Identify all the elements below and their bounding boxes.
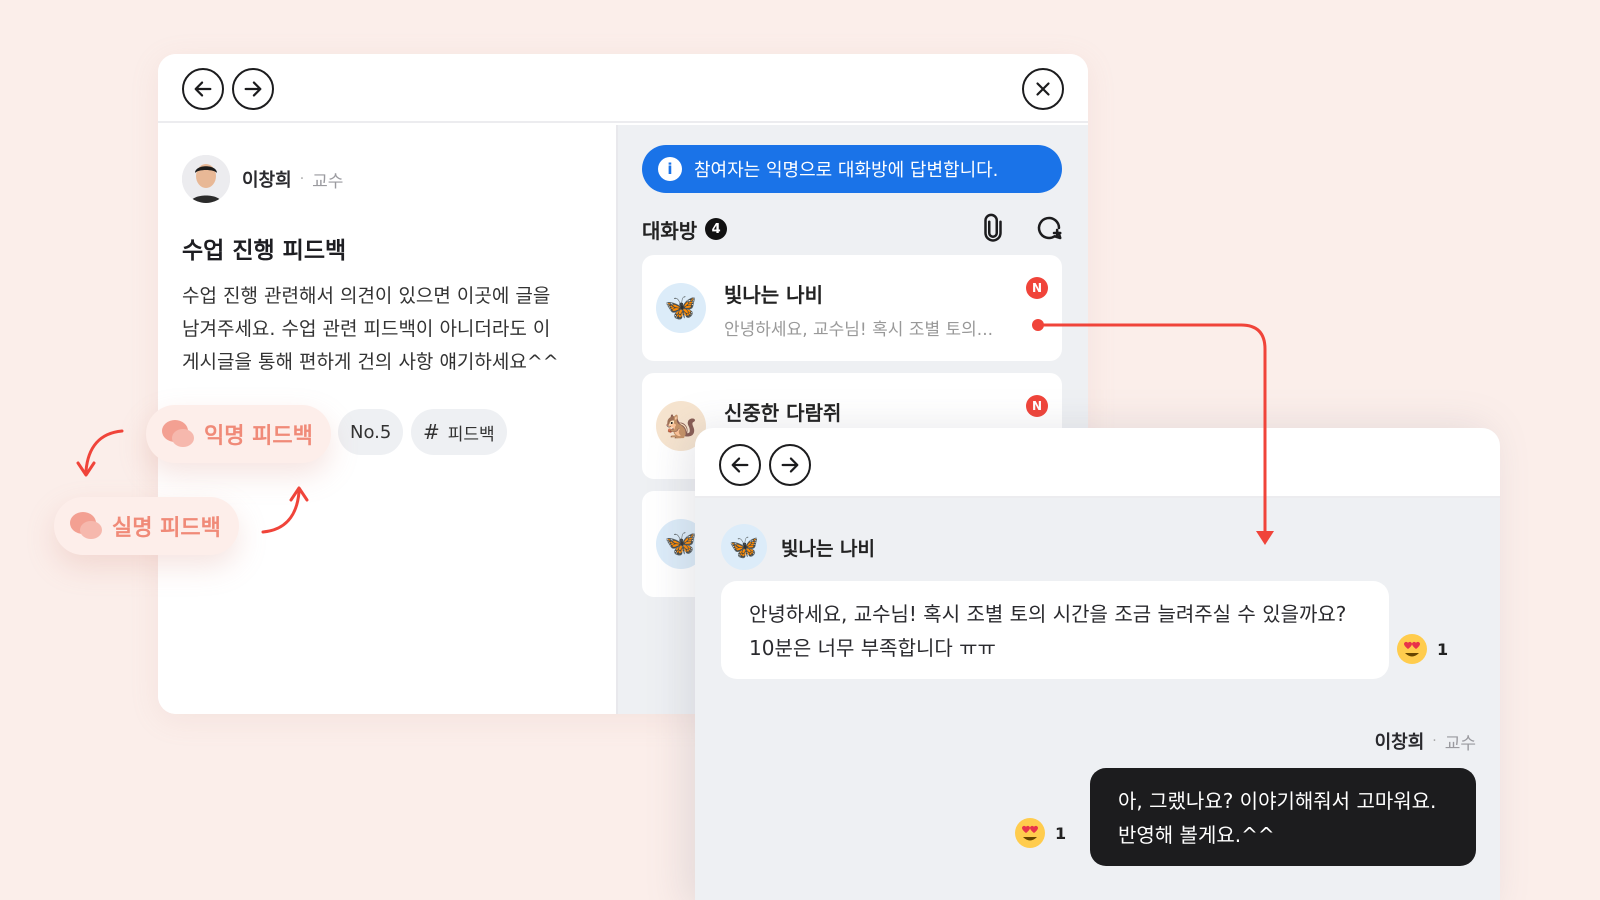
chat-bubbles-icon — [70, 512, 102, 539]
post-number: No.5 — [350, 421, 392, 443]
room-name: 신중한 다람쥐 — [724, 401, 842, 425]
sender-name: 빛나는 나비 — [781, 537, 876, 560]
reaction-count: 1 — [1055, 823, 1067, 843]
message-sender: 🦋 빛나는 나비 — [721, 524, 875, 570]
reaction-count: 1 — [1437, 639, 1449, 659]
arrow-left-icon — [194, 81, 212, 97]
separator: · — [1432, 733, 1437, 749]
message-reaction[interactable]: 1 — [1395, 632, 1448, 666]
message-line: 안녕하세요, 교수님! 혹시 조별 토의 시간을 조금 늘려주실 수 있을까요? — [749, 602, 1347, 626]
arrow-right-icon — [244, 81, 262, 97]
new-chat-icon[interactable] — [1034, 213, 1064, 243]
outgoing-message: 아, 그랬나요? 이야기해줘서 고마워요. 반영해 볼게요.^^ — [1090, 768, 1476, 866]
incoming-message: 안녕하세요, 교수님! 혹시 조별 토의 시간을 조금 늘려주실 수 있을까요?… — [721, 581, 1389, 679]
room-preview: 안녕하세요, 교수님! 혹시 조별 토의... — [724, 320, 994, 340]
hashtag-label: 피드백 — [447, 424, 495, 445]
separator: · — [299, 171, 305, 187]
forward-button[interactable] — [232, 68, 274, 110]
butterfly-icon: 🦋 — [656, 283, 706, 333]
close-icon — [1036, 82, 1050, 96]
arrow-right-icon — [781, 457, 799, 473]
avatar — [182, 155, 230, 203]
reply-author: 이창희 · 교수 — [1375, 728, 1476, 754]
post-body: 수업 진행 관련해서 의견이 있으면 이곳에 글을 남겨주세요. 수업 관련 피… — [182, 280, 582, 379]
chat-bubbles-icon — [162, 420, 194, 447]
anonymous-feedback-tag[interactable]: 익명 피드백 — [146, 405, 331, 463]
person-avatar-icon — [182, 155, 230, 203]
butterfly-icon: 🦋 — [721, 524, 767, 570]
heart-eyes-emoji-icon — [1015, 818, 1045, 848]
paperclip-icon[interactable] — [978, 213, 1008, 243]
arrow-left-icon — [731, 457, 749, 473]
real-name-feedback-label: 실명 피드백 — [112, 516, 221, 541]
heart-eyes-emoji-icon — [1397, 634, 1427, 664]
post-body-line: 남겨주세요. 수업 관련 피드백이 아니더라도 이 — [182, 318, 551, 340]
reply-author-role: 교수 — [1444, 733, 1476, 754]
hashtag-chip[interactable]: # 피드백 — [411, 409, 507, 455]
chat-list-title: 대화방 — [642, 218, 698, 243]
author-name: 이창희 — [242, 170, 292, 191]
room-name: 빛나는 나비 — [724, 283, 823, 307]
author-role: 교수 — [312, 171, 344, 192]
chat-list-actions — [978, 213, 1064, 243]
anonymous-feedback-label: 익명 피드백 — [204, 424, 313, 449]
curved-arrow-down-icon — [76, 429, 124, 477]
hash-icon: # — [423, 420, 440, 444]
post-body-line: 게시글을 통해 편하게 건의 사항 얘기하세요^^ — [182, 351, 559, 373]
post-title: 수업 진행 피드백 — [182, 238, 347, 264]
post-author: 이창희 · 교수 — [182, 155, 343, 203]
curved-arrow-up-icon — [261, 486, 309, 534]
info-icon: i — [658, 157, 682, 181]
reply-reaction[interactable]: 1 — [1013, 816, 1066, 850]
chat-list-header: 대화방 4 — [642, 213, 1064, 245]
post-body-line: 수업 진행 관련해서 의견이 있으면 이곳에 글을 — [182, 285, 551, 307]
room-count-badge: 4 — [705, 218, 728, 240]
close-button[interactable] — [1022, 68, 1064, 110]
forward-button[interactable] — [769, 444, 811, 486]
back-button[interactable] — [719, 444, 761, 486]
anonymous-info-banner: i 참여자는 익명으로 대화방에 답변합니다. — [642, 145, 1062, 193]
real-name-feedback-tag[interactable]: 실명 피드백 — [54, 497, 239, 555]
connector-arrow-icon — [1032, 319, 1274, 545]
message-line: 반영해 볼게요.^^ — [1118, 823, 1275, 847]
message-line: 10분은 너무 부족합니다 ㅠㅠ — [749, 636, 996, 660]
message-line: 아, 그랬나요? 이야기해줘서 고마워요. — [1118, 789, 1437, 813]
window-toolbar — [158, 54, 1088, 123]
banner-text: 참여자는 익명으로 대화방에 답변합니다. — [694, 160, 999, 181]
new-badge: N — [1026, 277, 1048, 299]
reply-author-name: 이창희 — [1374, 732, 1425, 753]
post-number-tag[interactable]: No.5 — [338, 409, 404, 455]
chat-room-item[interactable]: 🦋 빛나는 나비 안녕하세요, 교수님! 혹시 조별 토의... N — [642, 255, 1062, 361]
back-button[interactable] — [182, 68, 224, 110]
